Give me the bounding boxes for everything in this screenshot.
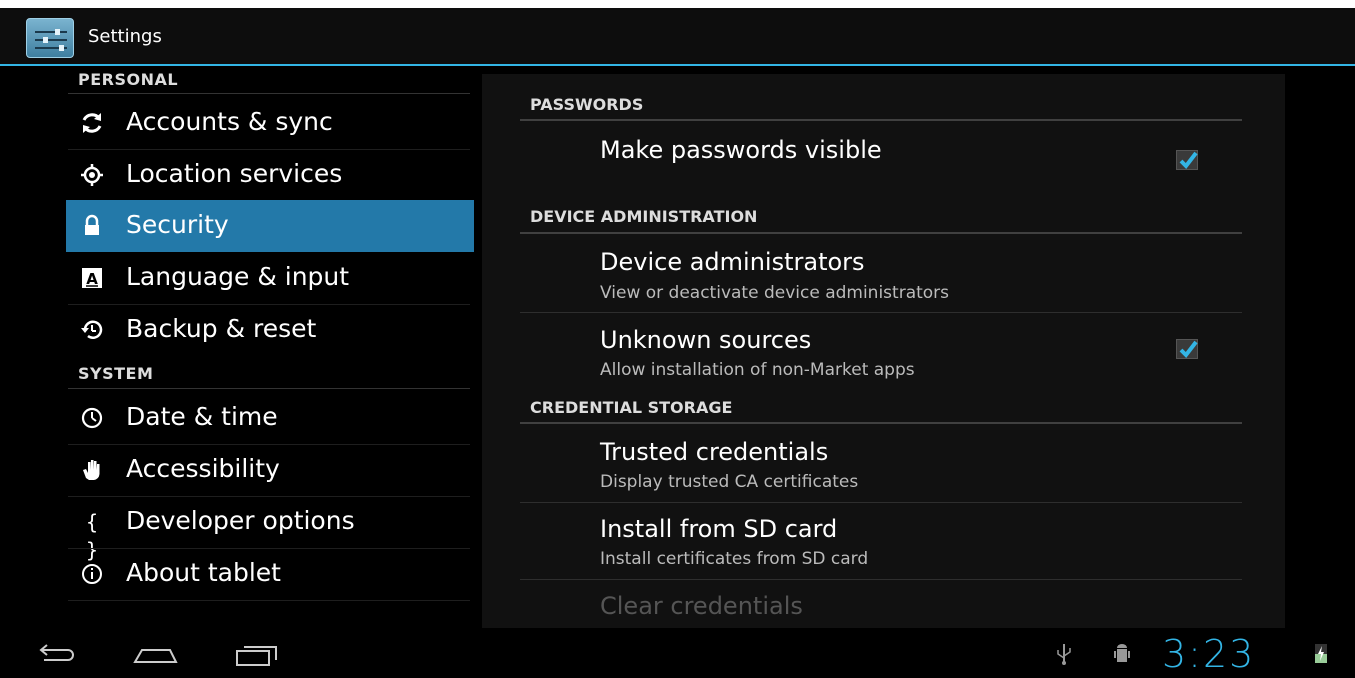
- pref-title: Make passwords visible: [600, 136, 882, 164]
- pref-title: Unknown sources: [600, 326, 812, 354]
- category-system: SYSTEM: [78, 364, 154, 383]
- action-bar: Settings: [0, 8, 1355, 66]
- sidebar-item-language-input[interactable]: A Language & input: [66, 252, 474, 304]
- location-icon: [78, 161, 106, 189]
- clock-icon: [78, 404, 106, 432]
- divider: [68, 388, 470, 389]
- lock-icon: [78, 212, 106, 240]
- sidebar-item-label: About tablet: [126, 558, 281, 587]
- sidebar-item-backup-reset[interactable]: Backup & reset: [66, 304, 474, 356]
- sidebar-item-security[interactable]: Security: [66, 200, 474, 252]
- status-clock[interactable]: 3:23: [1162, 632, 1255, 676]
- screen: Settings PERSONAL Accounts & sync Locati…: [0, 0, 1355, 678]
- section-header-credential-storage: CREDENTIAL STORAGE: [530, 398, 733, 417]
- sidebar-item-label: Location services: [126, 159, 343, 188]
- sidebar-item-label: Backup & reset: [126, 314, 317, 343]
- recent-apps-icon: [236, 646, 277, 666]
- sidebar-item-accounts-sync[interactable]: Accounts & sync: [66, 97, 474, 149]
- system-bar: 3:23: [0, 628, 1355, 678]
- divider: [520, 119, 1242, 121]
- back-button[interactable]: [32, 638, 82, 668]
- pref-summary: Allow installation of non-Market apps: [600, 360, 915, 380]
- divider: [520, 422, 1242, 424]
- sidebar-item-date-time[interactable]: Date & time: [66, 392, 474, 444]
- security-settings-panel: PASSWORDS Make passwords visible DEVICE …: [482, 74, 1285, 628]
- section-header-device-administration: DEVICE ADMINISTRATION: [530, 207, 758, 226]
- sidebar-item-label: Security: [126, 210, 229, 239]
- braces-icon: { }: [85, 510, 99, 562]
- home-icon: [133, 649, 178, 663]
- pref-title: Trusted credentials: [600, 438, 829, 466]
- info-icon: [78, 560, 106, 588]
- sidebar-item-label: Developer options: [126, 506, 355, 535]
- backup-icon: [78, 316, 106, 344]
- divider: [68, 600, 470, 601]
- pref-summary: Install certificates from SD card: [600, 549, 869, 569]
- recent-apps-button[interactable]: [232, 638, 282, 668]
- sidebar-item-label: Accounts & sync: [126, 107, 333, 136]
- sidebar-item-accessibility[interactable]: Accessibility: [66, 444, 474, 496]
- sidebar-item-label: Accessibility: [126, 454, 280, 483]
- pref-title: Install from SD card: [600, 515, 838, 543]
- pref-title: Clear credentials: [600, 592, 803, 620]
- pref-summary: View or deactivate device administrators: [600, 283, 950, 303]
- category-personal: PERSONAL: [78, 70, 179, 89]
- sidebar-item-developer-options[interactable]: { } Developer options: [66, 496, 474, 562]
- divider: [68, 93, 470, 94]
- home-button[interactable]: [130, 638, 180, 668]
- page-title: Settings: [88, 26, 162, 47]
- debug-icon: [1110, 642, 1134, 670]
- sidebar-item-about-tablet[interactable]: About tablet: [66, 548, 474, 600]
- divider: [520, 579, 1242, 580]
- back-icon: [39, 644, 74, 661]
- battery-icon: [1314, 642, 1328, 668]
- keyboard-icon: A: [78, 264, 106, 292]
- hand-icon: [78, 456, 106, 484]
- usb-icon: [1054, 642, 1074, 670]
- section-header-passwords: PASSWORDS: [530, 95, 644, 114]
- settings-app-icon[interactable]: [26, 18, 74, 58]
- divider: [520, 232, 1242, 234]
- settings-sidebar: PERSONAL Accounts & sync Location servic…: [0, 68, 480, 628]
- pref-summary: Display trusted CA certificates: [600, 472, 859, 492]
- sidebar-item-location-services[interactable]: Location services: [66, 149, 474, 201]
- sidebar-item-label: Date & time: [126, 402, 278, 431]
- sidebar-item-label: Language & input: [126, 262, 350, 291]
- divider: [520, 502, 1242, 503]
- sync-icon: [78, 109, 106, 137]
- unknown-sources-checkbox[interactable]: [1176, 339, 1198, 359]
- divider: [520, 312, 1242, 313]
- top-strip: [0, 0, 1355, 8]
- pref-title: Device administrators: [600, 248, 865, 276]
- make-passwords-visible-checkbox[interactable]: [1176, 150, 1198, 170]
